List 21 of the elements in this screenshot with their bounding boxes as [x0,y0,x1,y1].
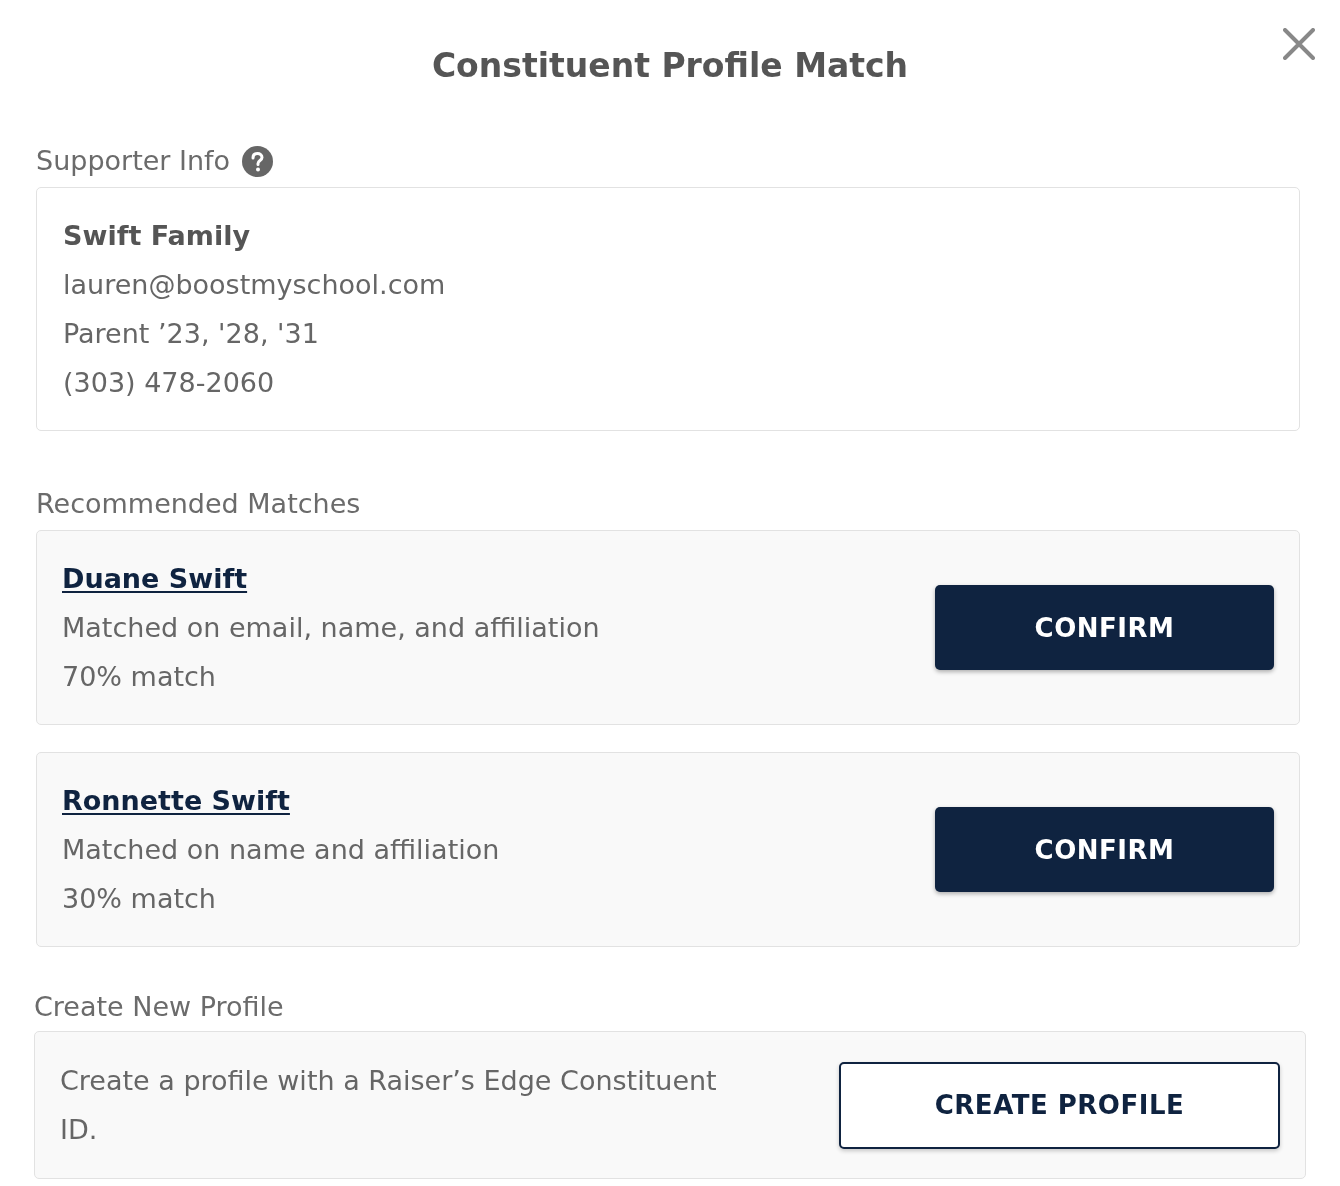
match-score: 70% match [62,660,216,694]
section-label: Supporter Info [36,144,231,178]
supporter-detail: (303) 478-2060 [63,366,275,400]
confirm-button[interactable]: CONFIRM [935,585,1274,670]
close-icon [1283,28,1315,60]
help-icon [242,145,274,177]
match-name-link[interactable]: Duane Swift [62,554,248,603]
match-score: 30% match [62,882,216,916]
section-label: Recommended Matches [36,487,361,521]
supporter-detail: lauren@boostmyschool.com [63,268,446,302]
create-profile-description: Create a profile with a Raiser’s Edge Constituent ID. [60,1064,718,1147]
match-reason: Matched on email, name, and affiliation [62,611,600,645]
dialog-title: Constituent Profile Match [431,45,909,87]
supporter-name: Swift Family [63,219,251,253]
confirm-button[interactable]: CONFIRM [935,807,1274,892]
match-reason: Matched on name and affiliation [62,833,500,867]
create-profile-button[interactable]: CREATE PROFILE [839,1061,1280,1149]
close-button[interactable] [1282,27,1316,61]
section-label: Create New Profile [34,990,284,1024]
supporter-detail: Parent ’23, '28, '31 [63,317,319,351]
match-name-link[interactable]: Ronnette Swift [62,776,290,825]
